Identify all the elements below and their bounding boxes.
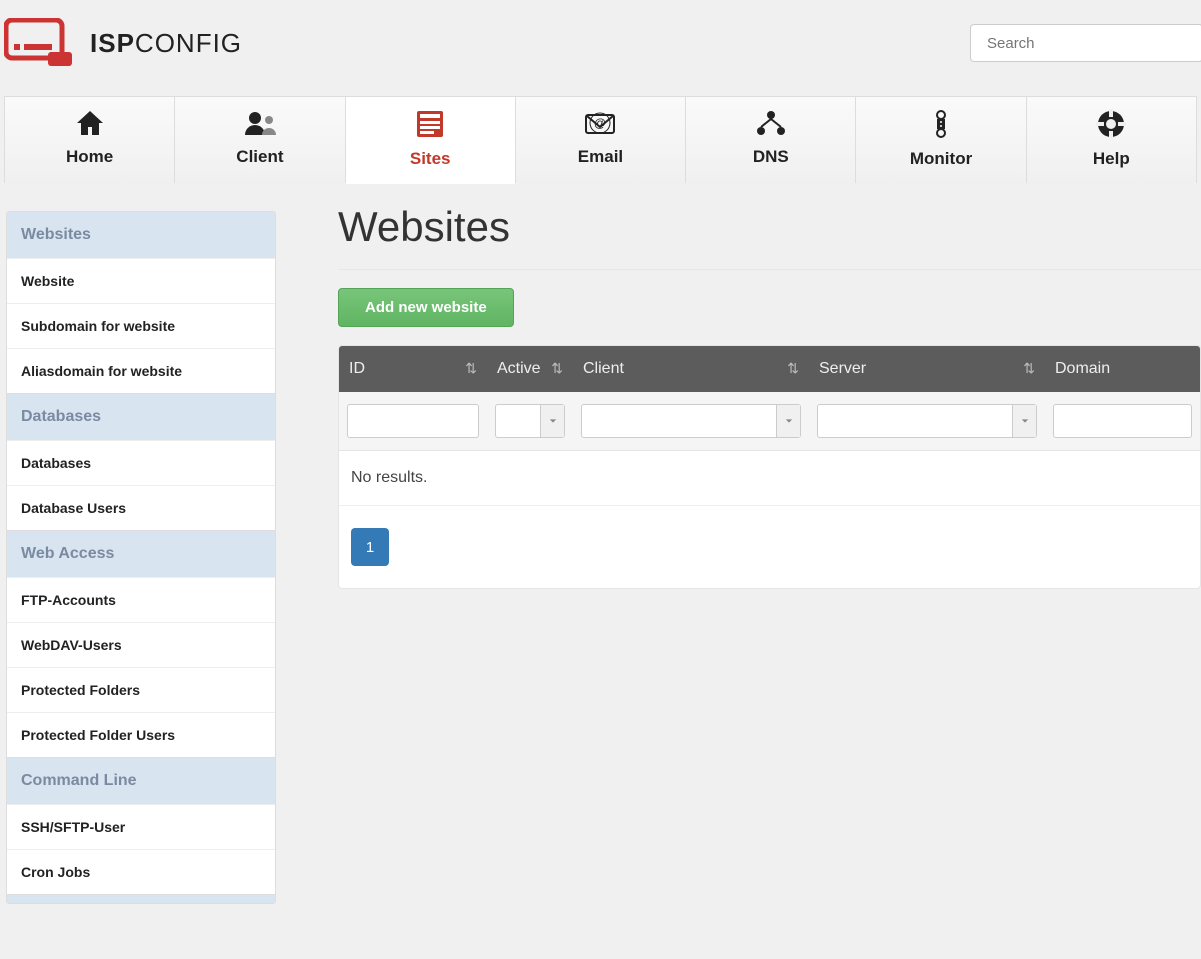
nav-dns-label: DNS	[686, 147, 855, 167]
nav-home[interactable]: Home	[4, 96, 175, 183]
sidebar-section-next	[7, 894, 275, 903]
client-icon	[243, 109, 277, 137]
main-content: Websites Add new website ID ⇅ Active ⇅	[338, 211, 1201, 589]
nav-help[interactable]: Help	[1026, 96, 1197, 183]
sort-icon[interactable]: ⇅	[1023, 360, 1035, 377]
filter-domain-input[interactable]	[1053, 404, 1192, 438]
nav-dns[interactable]: DNS	[685, 96, 856, 183]
sidebar-item-database-users[interactable]: Database Users	[7, 485, 275, 530]
chevron-down-icon	[1012, 405, 1036, 437]
nav-client-label: Client	[175, 147, 344, 167]
logo-mark-icon	[4, 18, 76, 68]
nav-monitor-label: Monitor	[856, 149, 1025, 169]
help-icon	[1096, 109, 1126, 139]
chevron-down-icon	[540, 405, 564, 437]
page-1-button[interactable]: 1	[351, 528, 389, 566]
svg-text:@: @	[594, 116, 606, 130]
main-nav: Home Client Sites @ Email	[4, 96, 1197, 183]
nav-monitor[interactable]: Monitor	[855, 96, 1026, 183]
sort-icon[interactable]: ⇅	[551, 360, 563, 377]
logo-text: ISPCONFIG	[90, 28, 242, 59]
column-header-client[interactable]: Client ⇅	[573, 346, 809, 392]
sidebar-section-commandline: Command Line	[7, 757, 275, 804]
sidebar-item-protected-folders[interactable]: Protected Folders	[7, 667, 275, 712]
sidebar-section-websites: Websites	[7, 212, 275, 258]
dns-icon	[755, 109, 787, 137]
chevron-down-icon	[776, 405, 800, 437]
column-active-label: Active	[497, 360, 541, 377]
column-client-label: Client	[583, 360, 624, 377]
column-header-server[interactable]: Server ⇅	[809, 346, 1045, 392]
nav-email[interactable]: @ Email	[515, 96, 686, 183]
sidebar-section-webaccess: Web Access	[7, 530, 275, 577]
sidebar-item-cron[interactable]: Cron Jobs	[7, 849, 275, 894]
column-server-label: Server	[819, 360, 866, 377]
pagination: 1	[339, 506, 1200, 588]
search-input[interactable]	[985, 34, 1188, 53]
search-field[interactable]	[970, 24, 1201, 62]
column-id-label: ID	[349, 360, 365, 377]
sidebar-section-databases: Databases	[7, 393, 275, 440]
column-header-active[interactable]: Active ⇅	[487, 346, 573, 392]
sidebar-item-protected-folder-users[interactable]: Protected Folder Users	[7, 712, 275, 757]
sidebar: Websites Website Subdomain for website A…	[6, 211, 276, 904]
sidebar-item-aliasdomain[interactable]: Aliasdomain for website	[7, 348, 275, 393]
filter-server-select[interactable]	[817, 404, 1037, 438]
sort-icon[interactable]: ⇅	[465, 360, 477, 377]
sites-icon	[415, 109, 445, 139]
sidebar-item-databases[interactable]: Databases	[7, 440, 275, 485]
nav-email-label: Email	[516, 147, 685, 167]
sidebar-item-website[interactable]: Website	[7, 258, 275, 303]
sidebar-item-webdav[interactable]: WebDAV-Users	[7, 622, 275, 667]
sidebar-item-ssh[interactable]: SSH/SFTP-User	[7, 804, 275, 849]
page-title: Websites	[338, 203, 1201, 270]
sidebar-item-subdomain[interactable]: Subdomain for website	[7, 303, 275, 348]
add-website-button[interactable]: Add new website	[338, 288, 514, 327]
no-results-text: No results.	[339, 451, 1200, 506]
sidebar-item-ftp[interactable]: FTP-Accounts	[7, 577, 275, 622]
nav-help-label: Help	[1027, 149, 1196, 169]
filter-id-input[interactable]	[347, 404, 479, 438]
logo: ISPCONFIG	[4, 18, 242, 68]
column-header-id[interactable]: ID ⇅	[339, 346, 487, 392]
nav-home-label: Home	[5, 147, 174, 167]
sort-icon[interactable]: ⇅	[787, 360, 799, 377]
filter-active-select[interactable]	[495, 404, 565, 438]
nav-sites-label: Sites	[346, 149, 515, 169]
filter-client-select[interactable]	[581, 404, 801, 438]
column-header-domain[interactable]: Domain	[1045, 346, 1200, 392]
column-domain-label: Domain	[1055, 360, 1110, 377]
email-icon: @	[584, 109, 616, 137]
nav-sites[interactable]: Sites	[345, 96, 516, 183]
home-icon	[75, 109, 105, 137]
websites-table: ID ⇅ Active ⇅ Client ⇅ Server	[338, 345, 1201, 589]
nav-client[interactable]: Client	[174, 96, 345, 183]
monitor-icon	[931, 109, 951, 139]
